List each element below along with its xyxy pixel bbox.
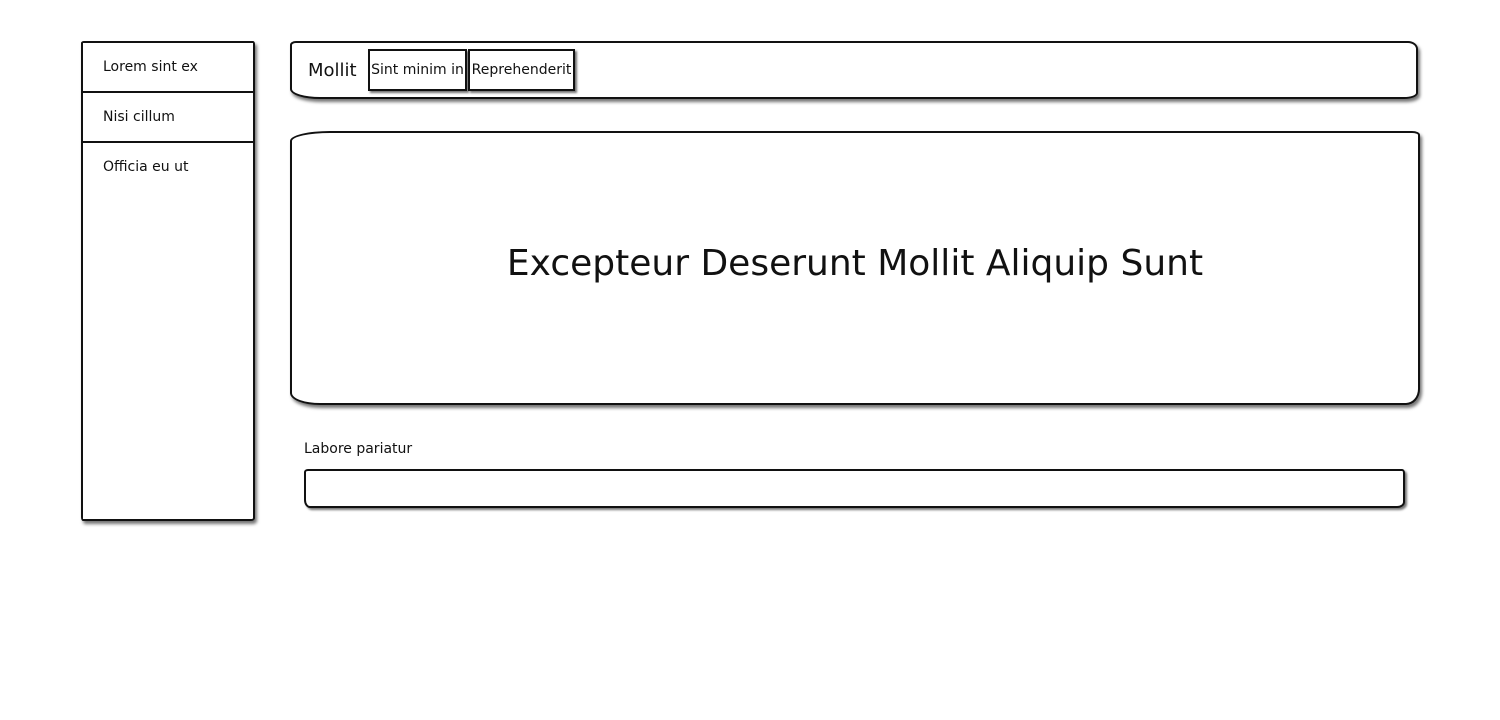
sidebar-item-lorem-sint-ex[interactable]: Lorem sint ex [83, 43, 253, 93]
top-navbar: Mollit Sint minim in Reprehenderit [290, 41, 1418, 99]
tab-sint-minim-in[interactable]: Sint minim in [368, 49, 467, 91]
sidebar-item-label: Officia eu ut [103, 159, 189, 175]
sidebar-item-officia-eu-ut[interactable]: Officia eu ut [83, 143, 253, 193]
sidebar-item-nisi-cillum[interactable]: Nisi cillum [83, 93, 253, 143]
sidebar-item-label: Nisi cillum [103, 109, 175, 125]
brand-link[interactable]: Mollit [308, 60, 357, 81]
sidebar-item-label: Lorem sint ex [103, 59, 198, 75]
input-label: Labore pariatur [304, 441, 413, 457]
hero-panel: Excepteur Deserunt Mollit Aliquip Sunt [290, 131, 1420, 405]
hero-title: Excepteur Deserunt Mollit Aliquip Sunt [506, 243, 1204, 284]
tab-reprehenderit[interactable]: Reprehenderit [468, 49, 575, 91]
labore-pariatur-input[interactable] [304, 469, 1405, 508]
sidebar: Lorem sint ex Nisi cillum Officia eu ut [81, 41, 255, 521]
